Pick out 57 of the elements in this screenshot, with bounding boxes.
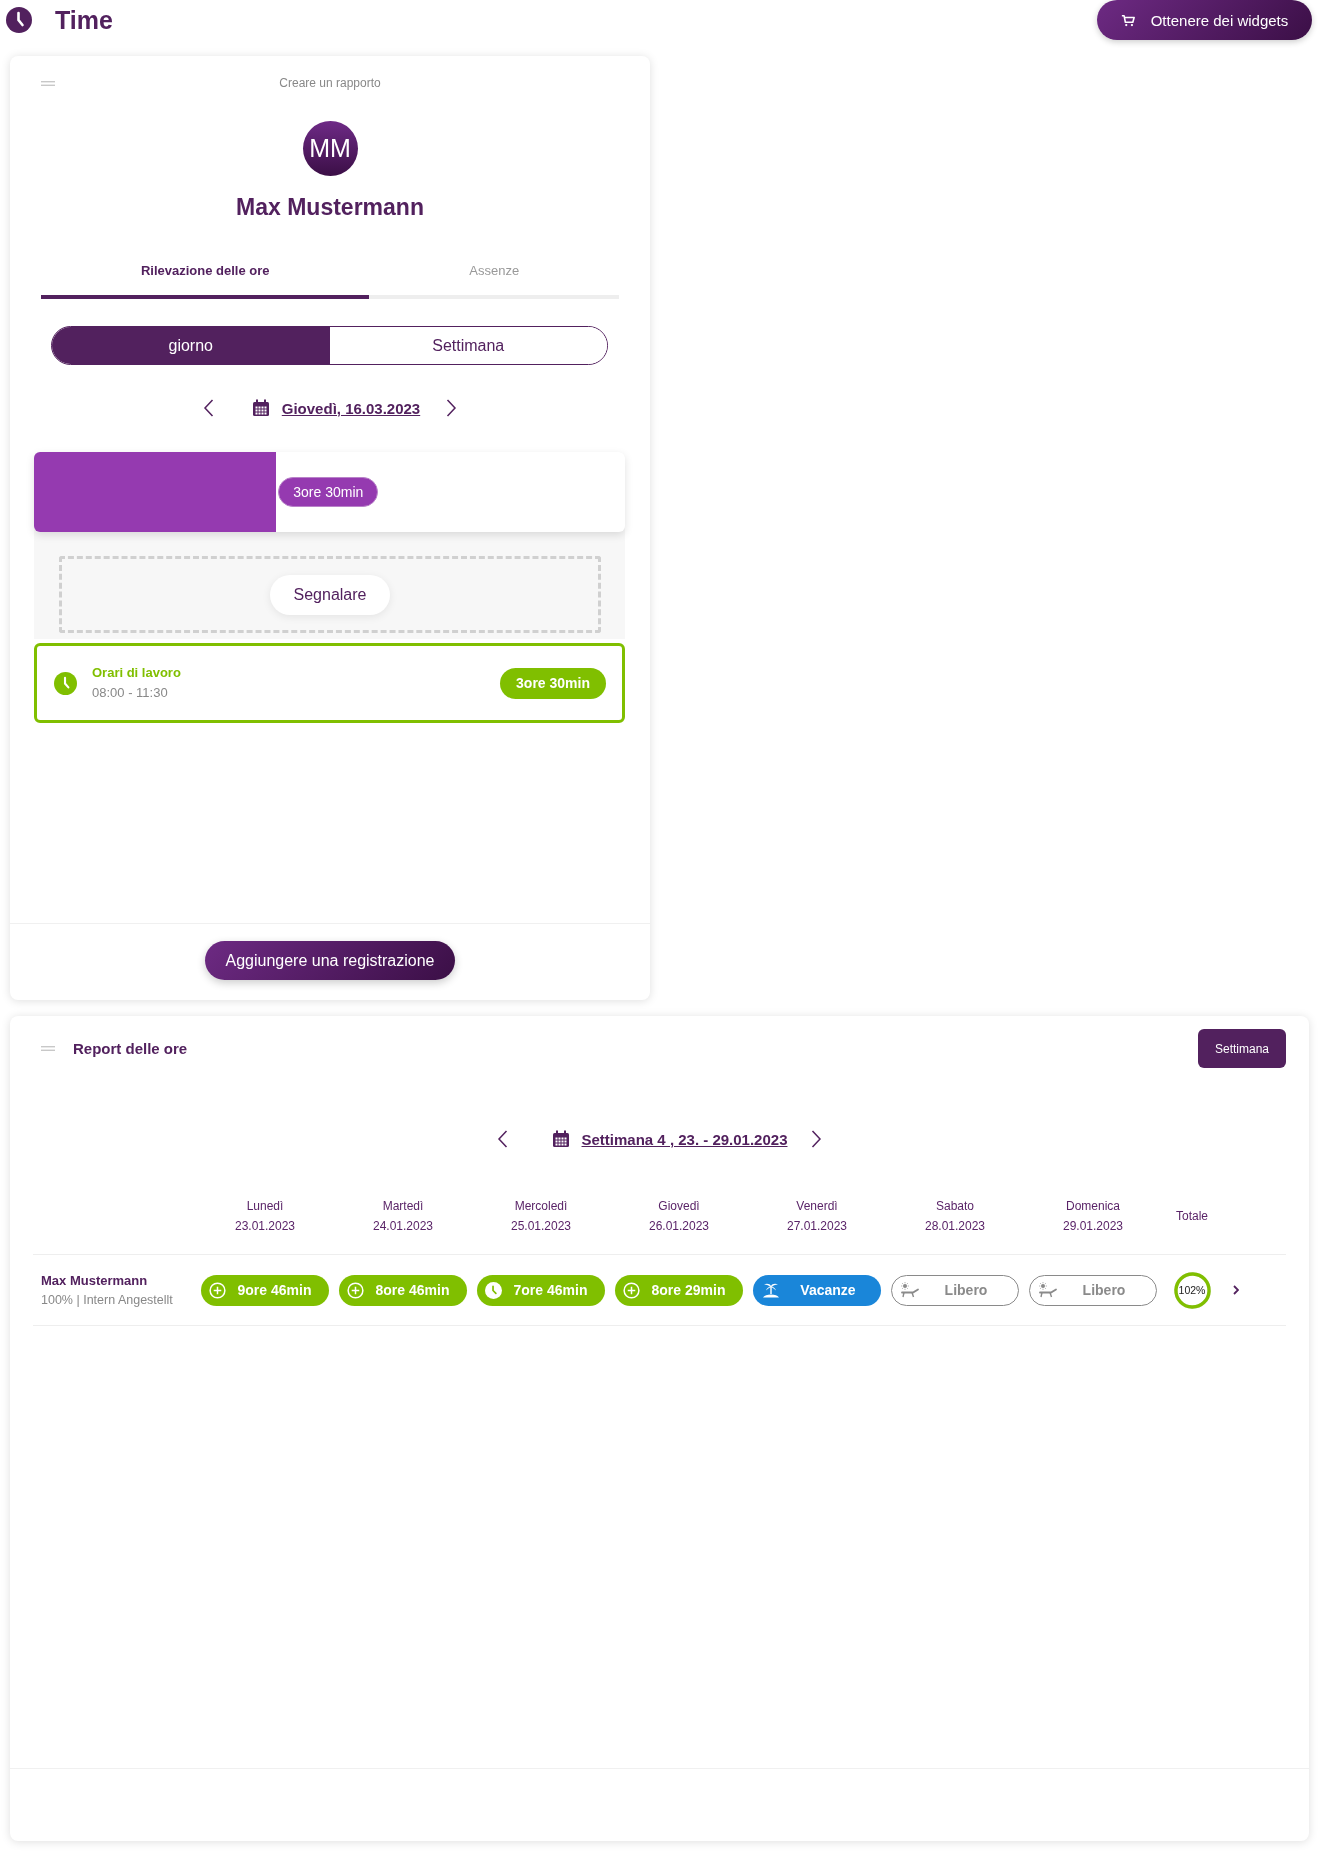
card-title: Report delle ore <box>73 1040 188 1057</box>
drag-handle-icon[interactable] <box>41 1046 55 1051</box>
weekday-label: Mercoledì <box>514 1198 568 1214</box>
cart-icon <box>1120 13 1135 27</box>
weekday-label: Martedì <box>382 1198 424 1214</box>
entry-title: Orari di lavoro <box>92 665 181 681</box>
week-link[interactable]: Settimana 4 , 23. - 29.01.2023 <box>581 1130 788 1148</box>
date-label: 27.01.2023 <box>786 1218 848 1234</box>
palm-island-icon <box>761 1282 781 1298</box>
employee-details: 100% | Intern Angestellt <box>41 1291 174 1308</box>
vacation-pill[interactable]: Vacanze <box>753 1274 881 1306</box>
progress-ring <box>1172 1270 1212 1310</box>
chevron-right-icon[interactable] <box>811 1130 823 1148</box>
weekday-label: Domenica <box>1066 1198 1120 1214</box>
employee-name: Max Mustermann <box>236 193 424 221</box>
sun-lounger-icon <box>1038 1282 1058 1298</box>
plus-circle-icon <box>209 1281 226 1299</box>
avatar: MM <box>302 121 358 176</box>
chevron-right-icon[interactable] <box>446 399 458 417</box>
weekday-label: Venerdì <box>796 1198 838 1214</box>
calendar-icon <box>551 1130 570 1148</box>
date-label: 25.01.2023 <box>510 1218 572 1234</box>
card-title: Creare un rapporto <box>279 75 381 91</box>
clock-icon <box>54 671 77 695</box>
date-link[interactable]: Giovedì, 16.03.2023 <box>281 399 421 417</box>
date-label: 23.01.2023 <box>234 1218 296 1234</box>
employee-name: Max Mustermann <box>41 1272 149 1289</box>
duration-badge: 3ore 30min <box>278 477 379 507</box>
get-widgets-button[interactable]: Ottenere dei widgets <box>1097 0 1312 40</box>
total-percentage: 102% <box>1178 1284 1206 1296</box>
drag-handle-icon[interactable] <box>41 80 55 86</box>
entry-time: 08:00 - 11:30 <box>92 685 169 701</box>
report-button[interactable]: Segnalare <box>270 574 390 615</box>
sun-lounger-icon <box>900 1282 920 1298</box>
plus-circle-icon <box>623 1281 640 1299</box>
clock-icon <box>6 7 32 33</box>
date-label: 29.01.2023 <box>1062 1218 1124 1234</box>
work-hours-entry[interactable]: Orari di lavoro 08:00 - 11:30 3ore 30min <box>34 643 625 723</box>
weekday-label: Sabato <box>935 1198 974 1214</box>
clock-icon <box>485 1281 502 1299</box>
weekday-label: Lunedì <box>246 1198 284 1214</box>
chevron-right-icon[interactable] <box>1233 1285 1239 1295</box>
app-title: Time <box>55 5 113 35</box>
weekday-label: Giovedì <box>658 1198 700 1214</box>
total-label: Totale <box>1176 1208 1208 1224</box>
chevron-left-icon[interactable] <box>202 399 214 417</box>
date-label: 24.01.2023 <box>372 1218 434 1234</box>
chevron-left-icon[interactable] <box>496 1130 508 1148</box>
tab[interactable]: Rilevazione delle ore <box>41 262 370 299</box>
add-entry-button[interactable]: Aggiungere una registrazione <box>205 941 455 980</box>
date-label: 28.01.2023 <box>924 1218 986 1234</box>
view-option[interactable]: giorno <box>52 327 330 364</box>
duration-badge: 3ore 30min <box>500 667 606 699</box>
calendar-icon <box>251 399 270 417</box>
period-button[interactable]: Settimana <box>1198 1029 1286 1068</box>
plus-circle-icon <box>347 1281 364 1299</box>
date-label: 26.01.2023 <box>648 1218 710 1234</box>
